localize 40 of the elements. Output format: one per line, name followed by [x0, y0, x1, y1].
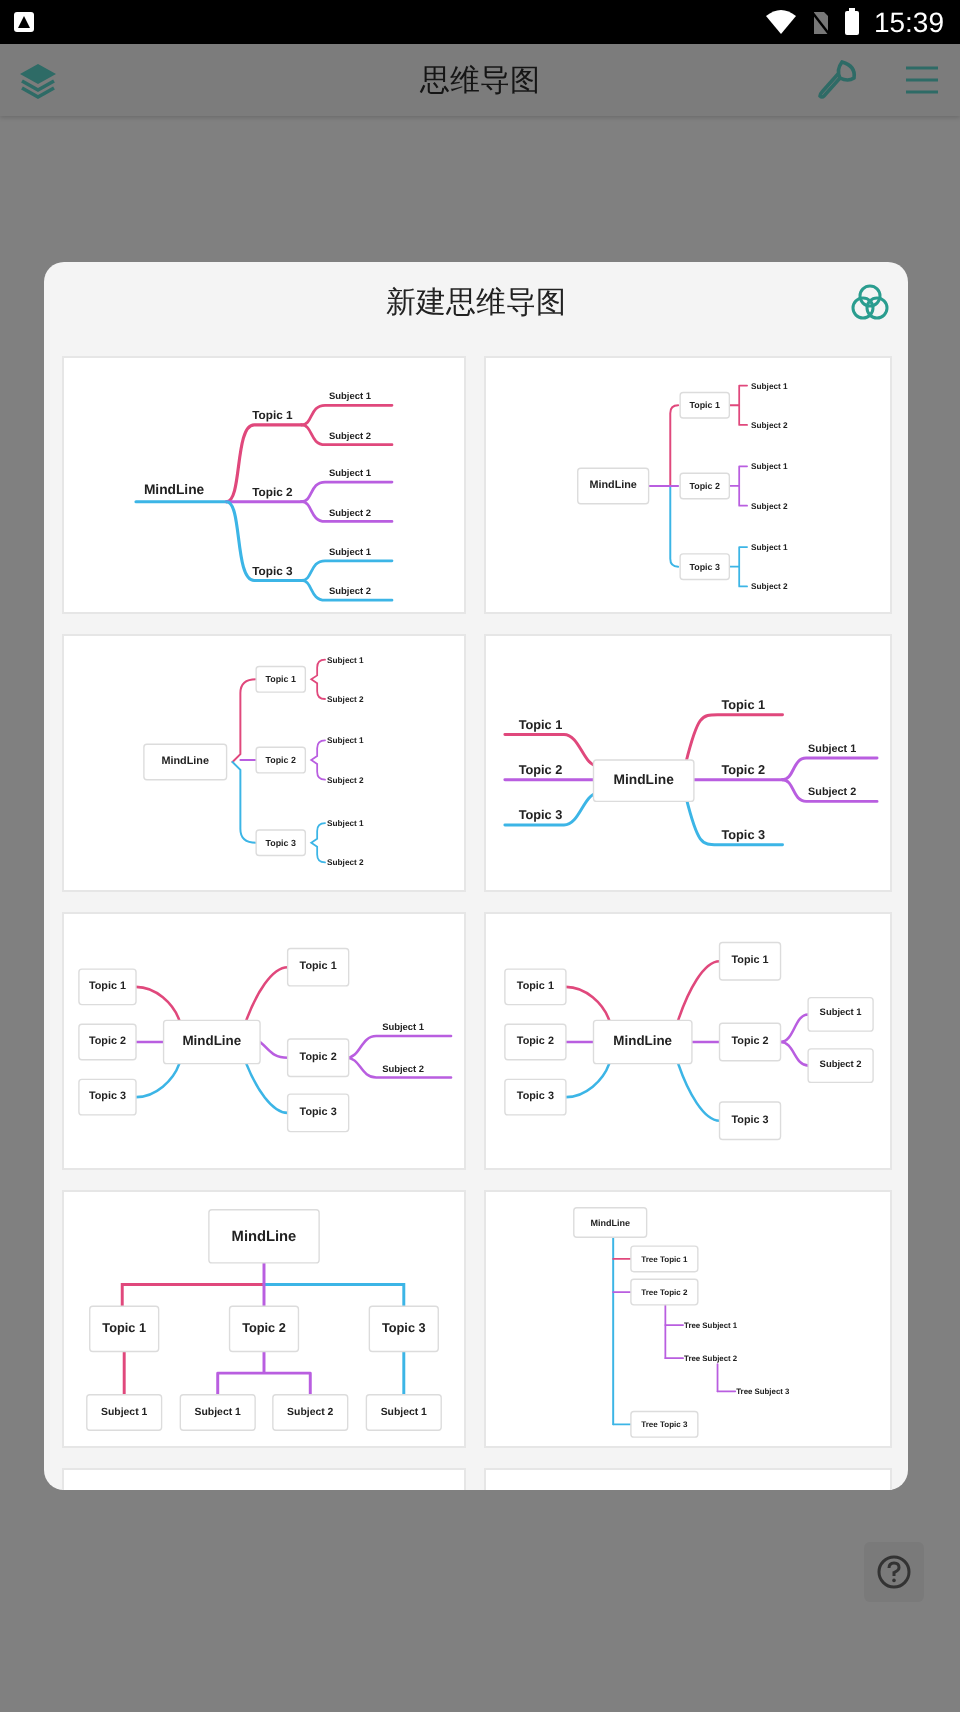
branch-line	[258, 1040, 289, 1059]
branch-line	[728, 384, 748, 426]
battery-icon	[843, 8, 860, 36]
branch-line	[676, 960, 721, 1022]
wifi-icon	[765, 10, 796, 34]
branch-line	[310, 739, 326, 781]
help-icon	[876, 1554, 912, 1590]
branch-line	[503, 778, 599, 782]
branch-line	[345, 1056, 453, 1079]
branch-line	[134, 985, 181, 1022]
branch-line	[503, 792, 599, 827]
branch-line	[728, 546, 748, 588]
branch-line	[310, 822, 326, 864]
branch-line	[564, 1040, 595, 1044]
branch-line	[122, 1350, 126, 1397]
branch-line	[134, 1040, 165, 1044]
branch-line	[676, 1062, 721, 1122]
branch-line	[245, 965, 289, 1022]
layers-icon[interactable]	[16, 58, 60, 102]
help-button[interactable]	[864, 1542, 924, 1602]
circles-icon[interactable]	[850, 282, 890, 322]
brush-icon[interactable]	[816, 58, 860, 102]
branch-line	[402, 1350, 406, 1397]
app-title: 思维导图	[420, 61, 540, 99]
branch-line	[345, 1034, 453, 1059]
branch-line	[690, 1040, 721, 1044]
branch-line	[310, 658, 326, 700]
branch-line	[564, 1062, 611, 1099]
notification-icon	[12, 10, 36, 34]
dialog-title: 新建思维导图	[386, 283, 566, 321]
branch-line	[779, 1013, 810, 1044]
branch-line	[134, 1062, 181, 1099]
no-sim-icon	[809, 9, 830, 35]
branch-line	[503, 732, 599, 768]
branch-line	[216, 1350, 312, 1397]
branch-line	[728, 465, 748, 507]
clock-time: 15:39	[873, 6, 944, 38]
branch-line	[564, 985, 611, 1022]
branch-line	[245, 1062, 289, 1115]
branch-line	[779, 1040, 810, 1067]
